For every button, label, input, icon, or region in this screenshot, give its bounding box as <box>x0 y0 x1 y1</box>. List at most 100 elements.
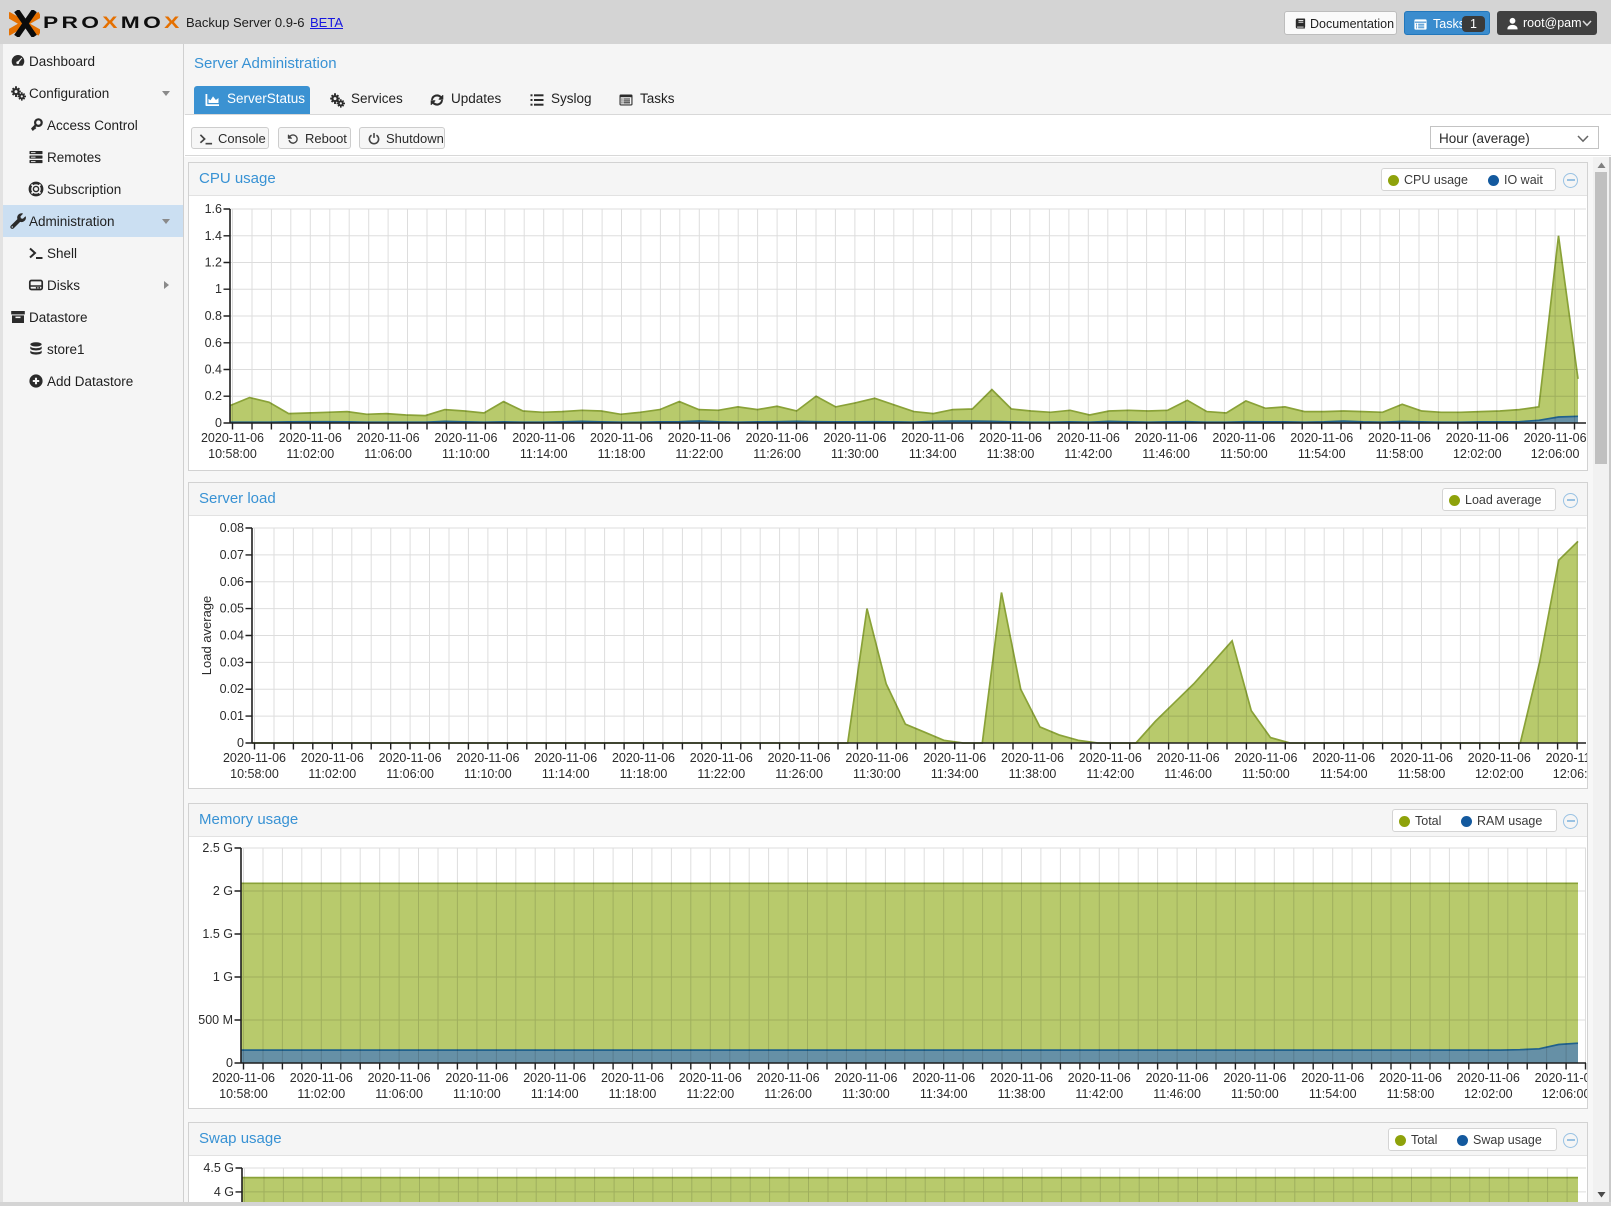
svg-text:11:34:00: 11:34:00 <box>909 447 957 461</box>
svg-text:12:02:00: 12:02:00 <box>1464 1087 1513 1101</box>
svg-text:2020-11-06: 2020-11-06 <box>1290 431 1353 445</box>
svg-text:2020-11-06: 2020-11-06 <box>1446 431 1509 445</box>
svg-text:2020-11-06: 2020-11-06 <box>512 431 575 445</box>
svg-text:11:30:00: 11:30:00 <box>831 447 879 461</box>
svg-text:0.02: 0.02 <box>220 682 244 696</box>
svg-text:0.07: 0.07 <box>220 548 244 562</box>
svg-text:0.08: 0.08 <box>220 521 244 535</box>
svg-text:2020-11-06: 2020-11-06 <box>1535 1071 1587 1085</box>
svg-text:11:38:00: 11:38:00 <box>987 447 1035 461</box>
svg-text:2020-11-06: 2020-11-06 <box>746 431 809 445</box>
svg-text:11:46:00: 11:46:00 <box>1153 1087 1201 1101</box>
svg-text:11:02:00: 11:02:00 <box>308 767 356 781</box>
svg-text:11:22:00: 11:22:00 <box>686 1087 734 1101</box>
svg-text:11:54:00: 11:54:00 <box>1309 1087 1357 1101</box>
svg-text:500 M: 500 M <box>198 1013 233 1027</box>
svg-text:2020-11-06: 2020-11-06 <box>845 751 908 765</box>
svg-text:2020-11-06: 2020-11-06 <box>757 1071 820 1085</box>
svg-text:2020-11-06: 2020-11-06 <box>1223 1071 1286 1085</box>
svg-text:2.5 G: 2.5 G <box>202 841 233 855</box>
svg-text:12:02:00: 12:02:00 <box>1453 447 1502 461</box>
svg-text:11:30:00: 11:30:00 <box>842 1087 890 1101</box>
svg-text:2020-11-06: 2020-11-06 <box>1157 751 1220 765</box>
svg-text:2020-11-06: 2020-11-06 <box>901 431 964 445</box>
svg-text:2020-11-06: 2020-11-06 <box>357 431 420 445</box>
svg-text:10:58:00: 10:58:00 <box>230 767 279 781</box>
svg-text:11:50:00: 11:50:00 <box>1220 447 1268 461</box>
svg-text:2020-11-06: 2020-11-06 <box>434 431 497 445</box>
svg-text:11:10:00: 11:10:00 <box>453 1087 501 1101</box>
svg-text:1.4: 1.4 <box>205 229 222 243</box>
svg-text:2 G: 2 G <box>213 884 233 898</box>
svg-text:11:42:00: 11:42:00 <box>1075 1087 1123 1101</box>
svg-text:10:58:00: 10:58:00 <box>219 1087 268 1101</box>
svg-text:2020-11-06: 2020-11-06 <box>290 1071 353 1085</box>
svg-text:11:42:00: 11:42:00 <box>1064 447 1112 461</box>
svg-text:11:14:00: 11:14:00 <box>531 1087 579 1101</box>
svg-text:11:58:00: 11:58:00 <box>1376 447 1424 461</box>
svg-text:2020-11-06: 2020-11-06 <box>823 431 886 445</box>
svg-text:2020-11-06: 2020-11-06 <box>768 751 831 765</box>
svg-text:11:18:00: 11:18:00 <box>620 767 668 781</box>
svg-text:11:34:00: 11:34:00 <box>931 767 979 781</box>
svg-text:4 G: 4 G <box>214 1185 234 1199</box>
svg-text:2020-11-06: 2020-11-06 <box>990 1071 1053 1085</box>
svg-text:11:06:00: 11:06:00 <box>386 767 434 781</box>
svg-text:2020-11-06: 2020-11-06 <box>668 431 731 445</box>
svg-text:11:02:00: 11:02:00 <box>297 1087 345 1101</box>
svg-text:2020-11-06: 2020-11-06 <box>1368 431 1431 445</box>
svg-text:0.4: 0.4 <box>205 363 222 377</box>
svg-text:2020-11-06: 2020-11-06 <box>1312 751 1375 765</box>
svg-text:2020-11-06: 2020-11-06 <box>1001 751 1064 765</box>
svg-text:11:02:00: 11:02:00 <box>286 447 334 461</box>
svg-text:2020-11-06: 2020-11-06 <box>1212 431 1275 445</box>
svg-text:2020-11-06: 2020-11-06 <box>923 751 986 765</box>
svg-text:11:38:00: 11:38:00 <box>1009 767 1057 781</box>
svg-text:2020-11-06: 2020-11-06 <box>1390 751 1453 765</box>
svg-text:10:58:00: 10:58:00 <box>208 447 257 461</box>
svg-text:2020-11-06: 2020-11-06 <box>368 1071 431 1085</box>
svg-text:2020-11-06: 2020-11-06 <box>834 1071 897 1085</box>
svg-text:0: 0 <box>237 736 244 750</box>
svg-text:2020-11-06: 2020-11-06 <box>1457 1071 1520 1085</box>
svg-text:0.01: 0.01 <box>220 709 244 723</box>
svg-text:2020-11-06: 2020-11-06 <box>690 751 753 765</box>
svg-text:11:22:00: 11:22:00 <box>675 447 723 461</box>
svg-text:2020-11-06: 2020-11-06 <box>456 751 519 765</box>
svg-text:12:06:00: 12:06:00 <box>1553 767 1587 781</box>
svg-text:11:54:00: 11:54:00 <box>1320 767 1368 781</box>
svg-text:2020-11-06: 2020-11-06 <box>279 431 342 445</box>
svg-text:2020-11-06: 2020-11-06 <box>679 1071 742 1085</box>
svg-text:11:06:00: 11:06:00 <box>364 447 412 461</box>
svg-text:0.2: 0.2 <box>205 389 222 403</box>
svg-text:2020-11-06: 2020-11-06 <box>912 1071 975 1085</box>
svg-text:12:02:00: 12:02:00 <box>1475 767 1524 781</box>
svg-text:11:26:00: 11:26:00 <box>753 447 801 461</box>
svg-text:11:58:00: 11:58:00 <box>1398 767 1446 781</box>
svg-text:0.05: 0.05 <box>220 602 244 616</box>
svg-text:11:14:00: 11:14:00 <box>520 447 568 461</box>
svg-text:2020-11-06: 2020-11-06 <box>979 431 1042 445</box>
svg-text:2020-11-06: 2020-11-06 <box>1468 751 1531 765</box>
svg-text:4.5 G: 4.5 G <box>203 1161 234 1175</box>
svg-text:11:22:00: 11:22:00 <box>697 767 745 781</box>
svg-text:2020-11-06: 2020-11-06 <box>1079 751 1142 765</box>
svg-text:11:06:00: 11:06:00 <box>375 1087 423 1101</box>
svg-text:11:50:00: 11:50:00 <box>1242 767 1290 781</box>
svg-text:11:18:00: 11:18:00 <box>598 447 646 461</box>
svg-text:2020-11-06: 2020-11-06 <box>534 751 597 765</box>
svg-text:11:46:00: 11:46:00 <box>1164 767 1212 781</box>
svg-text:1.5 G: 1.5 G <box>202 927 233 941</box>
svg-text:11:14:00: 11:14:00 <box>542 767 590 781</box>
svg-text:11:10:00: 11:10:00 <box>464 767 512 781</box>
svg-text:2020-11-06: 2020-11-06 <box>590 431 653 445</box>
svg-text:0.6: 0.6 <box>205 336 222 350</box>
svg-text:2020-11-06: 2020-11-06 <box>301 751 364 765</box>
svg-text:1: 1 <box>215 282 222 296</box>
svg-text:12:06:00: 12:06:00 <box>1542 1087 1587 1101</box>
svg-text:2020-11-06: 2020-11-06 <box>523 1071 586 1085</box>
svg-text:1.2: 1.2 <box>205 256 222 270</box>
svg-text:2020-11-06: 2020-11-06 <box>223 751 286 765</box>
svg-text:11:10:00: 11:10:00 <box>442 447 490 461</box>
svg-text:11:18:00: 11:18:00 <box>609 1087 657 1101</box>
